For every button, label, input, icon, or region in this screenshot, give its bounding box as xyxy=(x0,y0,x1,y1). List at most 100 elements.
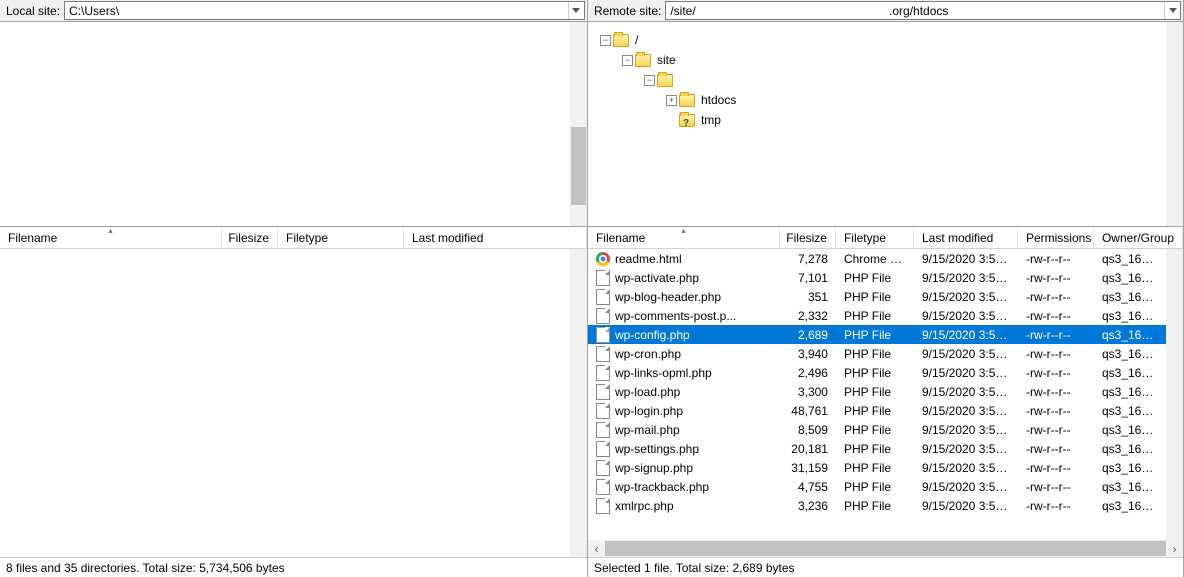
minus-icon[interactable]: − xyxy=(600,35,611,46)
scrollbar-vertical[interactable] xyxy=(1166,249,1183,540)
scrollbar-horizontal[interactable]: ‹ › xyxy=(588,540,1183,557)
file-size: 4,755 xyxy=(780,480,836,494)
chevron-down-icon[interactable] xyxy=(568,2,584,19)
local-path-combo[interactable] xyxy=(64,1,585,20)
minus-icon[interactable]: − xyxy=(622,55,633,66)
table-row[interactable]: wp-cron.php3,940PHP File9/15/2020 3:56:.… xyxy=(588,344,1166,363)
tree-item-tmp[interactable]: tmp xyxy=(600,110,1160,130)
remote-file-list[interactable]: readme.html7,278Chrome H...9/15/2020 3:5… xyxy=(588,249,1183,540)
table-row[interactable]: wp-load.php3,300PHP File9/15/2020 3:56:.… xyxy=(588,382,1166,401)
file-icon xyxy=(596,422,610,438)
file-icon xyxy=(596,289,610,305)
remote-tree-area[interactable]: − / − site − xyxy=(588,22,1183,227)
sort-asc-icon: ▴ xyxy=(681,227,685,235)
chevron-right-icon[interactable]: › xyxy=(1166,540,1183,557)
scrollbar-thumb[interactable] xyxy=(605,541,1166,556)
file-type: PHP File xyxy=(836,271,914,285)
scrollbar-thumb[interactable] xyxy=(571,127,586,205)
file-icon xyxy=(596,441,610,457)
col-lastmodified[interactable]: Last modified xyxy=(404,227,587,248)
file-icon xyxy=(596,308,610,324)
table-row[interactable]: wp-trackback.php4,755PHP File9/15/2020 3… xyxy=(588,477,1166,496)
col-filetype[interactable]: Filetype xyxy=(836,227,914,248)
table-row[interactable]: wp-activate.php7,101PHP File9/15/2020 3:… xyxy=(588,268,1166,287)
col-filename[interactable]: Filename▴ xyxy=(588,227,780,248)
file-owner: qs3_160015... xyxy=(1094,271,1166,285)
local-file-list[interactable] xyxy=(0,249,587,557)
chevron-down-icon[interactable] xyxy=(1164,2,1180,19)
file-size: 31,159 xyxy=(780,461,836,475)
file-type: PHP File xyxy=(836,404,914,418)
file-name: wp-load.php xyxy=(615,385,680,399)
table-row[interactable]: wp-settings.php20,181PHP File9/15/2020 3… xyxy=(588,439,1166,458)
file-size: 2,496 xyxy=(780,366,836,380)
table-row[interactable]: wp-blog-header.php351PHP File9/15/2020 3… xyxy=(588,287,1166,306)
col-permissions[interactable]: Permissions xyxy=(1018,227,1094,248)
tree-item-htdocs[interactable]: + htdocs xyxy=(600,90,1160,110)
file-permissions: -rw-r--r-- xyxy=(1018,366,1094,380)
file-icon xyxy=(596,327,610,343)
tree-item-inner[interactable]: − xyxy=(600,70,1160,90)
table-row[interactable]: wp-signup.php31,159PHP File9/15/2020 3:5… xyxy=(588,458,1166,477)
file-permissions: -rw-r--r-- xyxy=(1018,328,1094,342)
local-site-label: Local site: xyxy=(0,4,64,18)
file-modified: 9/15/2020 3:56:... xyxy=(914,423,1018,437)
file-owner: qs3_160015... xyxy=(1094,252,1166,266)
local-status: 8 files and 35 directories. Total size: … xyxy=(0,557,587,577)
tree-item-site[interactable]: − site xyxy=(600,50,1160,70)
table-row[interactable]: wp-comments-post.p...2,332PHP File9/15/2… xyxy=(588,306,1166,325)
col-filetype[interactable]: Filetype xyxy=(278,227,404,248)
file-modified: 9/15/2020 3:56:... xyxy=(914,366,1018,380)
file-permissions: -rw-r--r-- xyxy=(1018,309,1094,323)
col-filename[interactable]: Filename▴ xyxy=(0,227,222,248)
file-type: PHP File xyxy=(836,385,914,399)
file-icon xyxy=(596,270,610,286)
file-modified: 9/15/2020 3:56:... xyxy=(914,385,1018,399)
remote-path-combo[interactable] xyxy=(665,1,1181,20)
file-modified: 9/15/2020 3:56:... xyxy=(914,442,1018,456)
file-owner: qs3_160015... xyxy=(1094,442,1166,456)
file-name: wp-config.php xyxy=(615,328,690,342)
file-type: PHP File xyxy=(836,309,914,323)
local-file-headers: Filename▴ Filesize Filetype Last modifie… xyxy=(0,227,587,249)
chevron-left-icon[interactable]: ‹ xyxy=(588,540,605,557)
col-lastmodified[interactable]: Last modified xyxy=(914,227,1018,248)
file-modified: 9/15/2020 3:56:... xyxy=(914,290,1018,304)
local-tree-area[interactable] xyxy=(0,22,587,227)
table-row[interactable]: readme.html7,278Chrome H...9/15/2020 3:5… xyxy=(588,249,1166,268)
scrollbar-vertical[interactable] xyxy=(570,249,587,557)
file-size: 8,509 xyxy=(780,423,836,437)
local-path-input[interactable] xyxy=(65,4,568,18)
file-owner: qs3_160015... xyxy=(1094,480,1166,494)
file-name: wp-signup.php xyxy=(615,461,693,475)
col-filesize[interactable]: Filesize xyxy=(780,227,836,248)
table-row[interactable]: wp-login.php48,761PHP File9/15/2020 3:56… xyxy=(588,401,1166,420)
file-size: 7,101 xyxy=(780,271,836,285)
file-icon xyxy=(596,403,610,419)
tree-item-root[interactable]: − / xyxy=(600,30,1160,50)
table-row[interactable]: wp-mail.php8,509PHP File9/15/2020 3:56:.… xyxy=(588,420,1166,439)
table-row[interactable]: wp-links-opml.php2,496PHP File9/15/2020 … xyxy=(588,363,1166,382)
file-icon xyxy=(596,365,610,381)
local-path-row: Local site: xyxy=(0,0,587,22)
file-permissions: -rw-r--r-- xyxy=(1018,347,1094,361)
file-size: 20,181 xyxy=(780,442,836,456)
table-row[interactable]: wp-config.php2,689PHP File9/15/2020 3:56… xyxy=(588,325,1166,344)
remote-path-input[interactable] xyxy=(666,4,1164,18)
col-filesize[interactable]: Filesize xyxy=(222,227,278,248)
scrollbar-vertical[interactable] xyxy=(570,22,587,226)
minus-icon[interactable]: − xyxy=(644,75,655,86)
table-row[interactable]: xmlrpc.php3,236PHP File9/15/2020 3:56:..… xyxy=(588,496,1166,515)
file-permissions: -rw-r--r-- xyxy=(1018,290,1094,304)
col-owner[interactable]: Owner/Group xyxy=(1094,227,1183,248)
plus-icon[interactable]: + xyxy=(666,95,677,106)
file-name: xmlrpc.php xyxy=(615,499,674,513)
file-name: readme.html xyxy=(615,252,682,266)
file-permissions: -rw-r--r-- xyxy=(1018,271,1094,285)
scrollbar-vertical[interactable] xyxy=(1166,22,1183,226)
folder-icon xyxy=(657,74,673,87)
file-permissions: -rw-r--r-- xyxy=(1018,252,1094,266)
remote-path-row: Remote site: xyxy=(588,0,1183,22)
file-permissions: -rw-r--r-- xyxy=(1018,480,1094,494)
file-name: wp-links-opml.php xyxy=(615,366,712,380)
